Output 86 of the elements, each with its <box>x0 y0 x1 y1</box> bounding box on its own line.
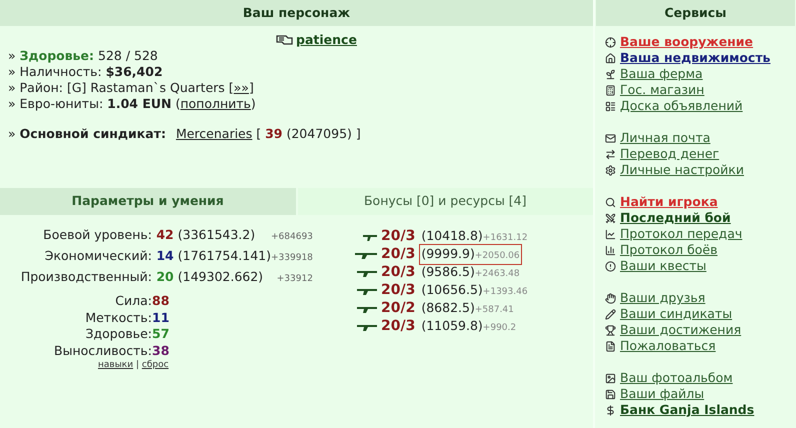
service-link[interactable]: Ваши файлы <box>620 386 704 402</box>
link[interactable]: сброс <box>142 360 169 370</box>
service-link[interactable]: Банк Ganja Islands <box>620 402 754 418</box>
dollar-icon <box>605 404 616 416</box>
image-icon <box>605 372 616 384</box>
link[interactable]: »» <box>234 80 249 95</box>
weapon-level: 20/3 <box>381 263 416 282</box>
weapon-level: 20/3 <box>381 227 416 246</box>
skill-value: 14 (1761754.141) <box>155 246 272 265</box>
stat-value: 88 <box>152 293 170 310</box>
house-icon <box>605 52 616 64</box>
service-link[interactable]: Протокол боёв <box>620 242 718 258</box>
service-link[interactable]: Ваши квесты <box>620 258 706 274</box>
calculator-icon <box>605 84 616 96</box>
service-link[interactable]: Личные настройки <box>620 162 744 178</box>
hand-icon <box>605 292 616 304</box>
skill-gain: +684693 <box>271 231 314 244</box>
tab[interactable]: Параметры и умения <box>0 188 296 215</box>
stat-label: Выносливость: <box>53 342 152 360</box>
bar-chart-icon <box>605 244 616 256</box>
tab[interactable]: Бонусы [0] и ресурсы [4] <box>298 188 593 215</box>
mail-icon <box>605 132 616 144</box>
profile-line: » Здоровье: 528 / 528 <box>8 48 159 64</box>
service-link[interactable]: Ваше вооружение <box>620 34 754 50</box>
weapon-level: 20/2 <box>381 299 416 318</box>
profile-line: » Евро-юниты: 1.04 EUN (пополнить) <box>8 96 257 112</box>
weapon-experience: (9586.5)+2463.48 <box>420 263 521 282</box>
weapon-level: 20/3 <box>381 317 416 336</box>
service-link[interactable]: Ваш фотоальбом <box>620 370 733 386</box>
line-chart-icon <box>605 228 616 240</box>
sprout-icon <box>605 68 616 80</box>
service-link[interactable]: Найти игрока <box>620 194 718 210</box>
crosshair-icon <box>605 36 616 48</box>
link[interactable]: пополнить <box>180 96 251 111</box>
swords-icon <box>605 212 616 224</box>
panel-header: Сервисы <box>596 0 795 26</box>
service-link[interactable]: Доска объявлений <box>620 98 743 114</box>
transfer-icon <box>605 148 616 160</box>
service-link[interactable]: Последний бой <box>620 210 731 226</box>
service-link[interactable]: Ваша недвижимость <box>620 50 770 66</box>
alert-icon <box>605 260 616 272</box>
service-link[interactable]: Гос. магазин <box>620 82 704 98</box>
syndicate-line: » Основной синдикат: Mercenaries [ 39 (2047095) ] <box>8 126 362 142</box>
pencil-icon <box>605 308 616 320</box>
panel-header: Ваш персонаж <box>0 0 593 26</box>
stat-value: 11 <box>152 310 170 326</box>
weapon-experience: (8682.5)+587.41 <box>420 299 515 318</box>
stat-value: 38 <box>152 342 170 360</box>
stat-label: Меткость: <box>84 310 152 326</box>
search-icon <box>605 196 616 208</box>
service-link[interactable]: Перевод денег <box>620 146 720 162</box>
service-link[interactable]: Ваши синдикаты <box>620 306 732 322</box>
weapon-experience: (9999.9)+2050.06 <box>419 244 522 265</box>
stat-label: Здоровье: <box>84 326 152 343</box>
service-link[interactable]: Ваши достижения <box>620 322 742 338</box>
profile-line: » Наличность: $36,402 <box>8 64 164 80</box>
weapon-level: 20/3 <box>381 245 416 264</box>
service-link[interactable]: Пожаловаться <box>620 338 716 354</box>
stat-value: 57 <box>152 326 170 343</box>
list-icon <box>605 100 616 112</box>
hand-icon <box>276 34 294 46</box>
separator: | <box>134 360 140 370</box>
skill-value: 20 (149302.662) <box>155 268 264 286</box>
stat-label: Сила: <box>114 293 152 310</box>
link[interactable]: Mercenaries <box>176 126 252 141</box>
settings-icon <box>605 164 616 176</box>
service-link[interactable]: Ваша ферма <box>620 66 703 82</box>
skill-label: Производственный: <box>20 268 152 286</box>
link[interactable]: навыки <box>98 360 134 370</box>
skill-value: 42 (3361543.2) <box>155 226 256 244</box>
weapon-experience: (10656.5)+1393.46 <box>420 281 529 300</box>
weapon-level: 20/3 <box>381 281 416 300</box>
character-name[interactable]: patience <box>296 32 357 48</box>
trophy-icon <box>605 324 616 336</box>
floppy-icon <box>605 388 616 400</box>
service-link[interactable]: Личная почта <box>620 130 710 146</box>
skill-label: Экономический: <box>44 246 152 265</box>
document-icon <box>605 340 616 352</box>
weapon-experience: (11059.8)+990.2 <box>420 317 518 336</box>
skill-gain: +33912 <box>276 272 314 286</box>
service-link[interactable]: Ваши друзья <box>620 290 706 306</box>
skill-gain: +339918 <box>271 252 314 265</box>
weapon-experience: (10418.8)+1631.12 <box>420 227 529 246</box>
skill-label: Боевой уровень: <box>42 226 152 244</box>
profile-line: » Район: [G] Rastaman`s Quarters [»»] <box>8 80 255 96</box>
service-link[interactable]: Протокол передач <box>620 226 742 242</box>
